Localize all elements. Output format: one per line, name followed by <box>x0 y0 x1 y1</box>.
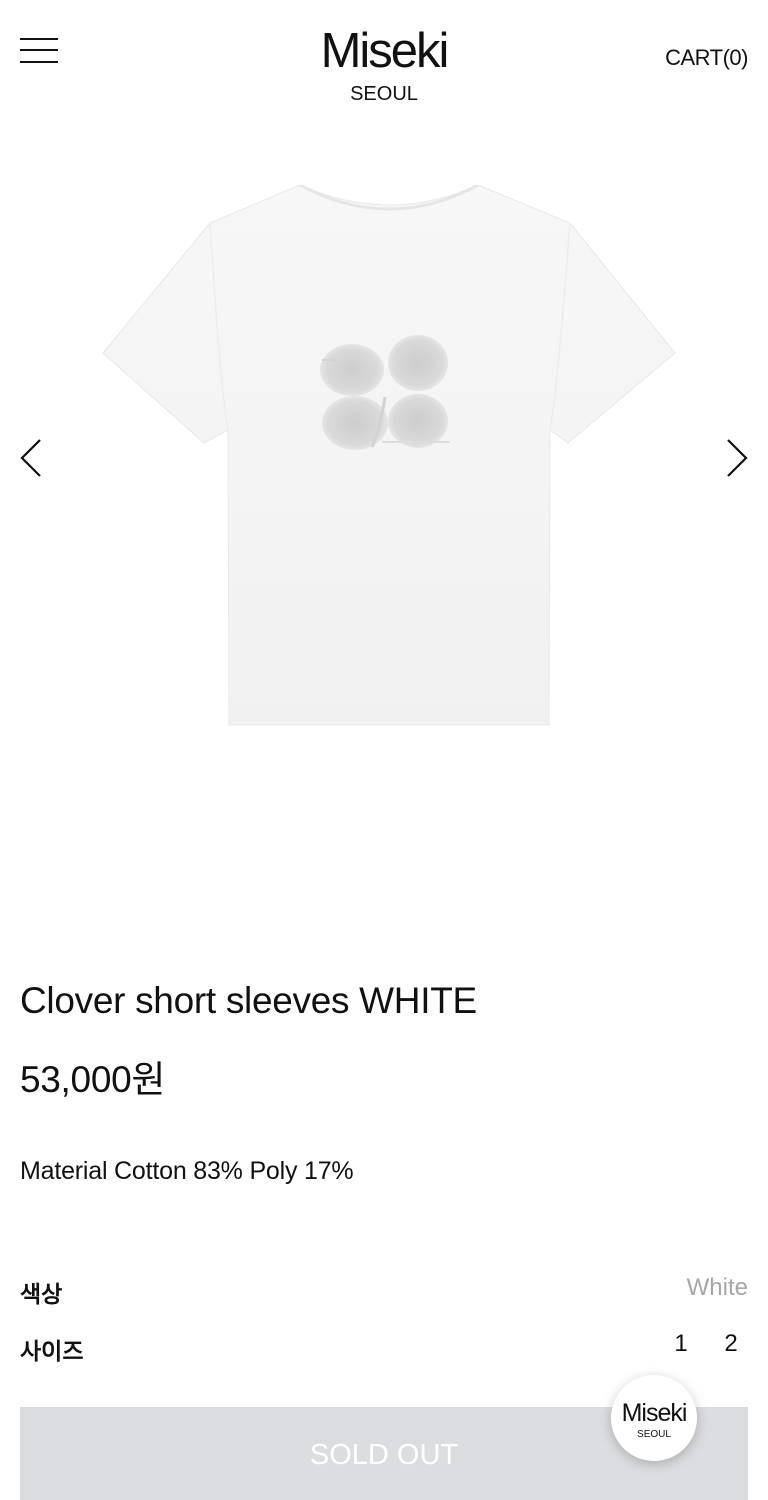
size-option-2[interactable]: 2 <box>706 1330 756 1358</box>
product-material: Material Cotton 83% Poly 17% <box>20 1157 354 1185</box>
color-option-value[interactable]: White <box>687 1274 748 1302</box>
cart-label: CART <box>665 45 723 70</box>
cart-count: (0) <box>722 45 749 70</box>
product-title: Clover short sleeves WHITE <box>20 980 477 1021</box>
logo-wordmark: Miseki <box>320 24 450 78</box>
floating-brand-badge[interactable]: Miseki SEOUL <box>611 1375 697 1461</box>
chevron-left-icon[interactable] <box>18 438 48 478</box>
chevron-right-icon[interactable] <box>720 438 750 478</box>
badge-subtitle: SEOUL <box>637 1429 671 1440</box>
product-price: 53,000원 <box>20 1059 166 1100</box>
logo-subtitle: SEOUL <box>350 83 418 105</box>
product-image <box>100 183 680 730</box>
badge-wordmark: Miseki <box>621 1399 688 1427</box>
site-logo[interactable]: Miseki SEOUL <box>0 22 768 106</box>
cart-link[interactable]: CART(0) <box>665 45 748 71</box>
site-header: Miseki SEOUL CART(0) <box>0 0 768 120</box>
size-options: 1 2 <box>656 1330 756 1358</box>
size-option-label: 사이즈 <box>20 1338 84 1364</box>
size-option-1[interactable]: 1 <box>656 1330 706 1358</box>
color-option-label: 색상 <box>20 1281 63 1307</box>
product-gallery <box>0 150 768 770</box>
